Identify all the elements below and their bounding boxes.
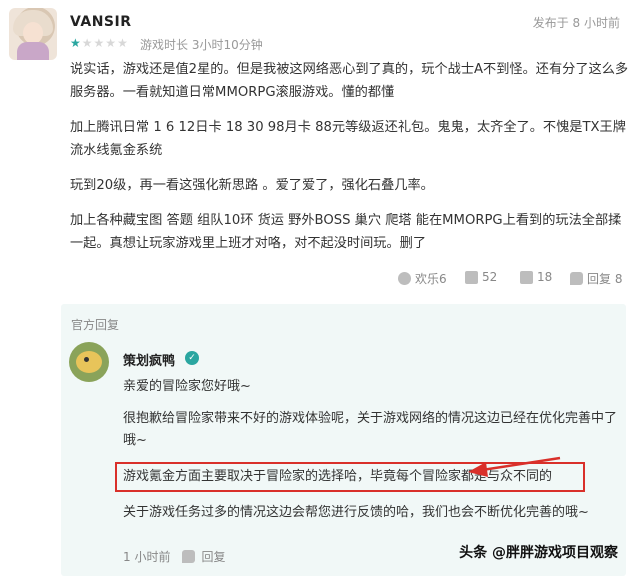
review-paragraph: 玩到20级，再一看这强化新思路 。爱了爱了，强化石叠几率。 xyxy=(70,178,434,193)
review-paragraph: 加上各种藏宝图 答题 组队10环 货运 野外BOSS 巢穴 爬塔 能在MMORP… xyxy=(70,213,622,251)
star-icon: ★ xyxy=(105,36,118,50)
official-reply-body: 亲爱的冒险家您好哦~ 很抱歉给冒险家带来不好的游戏体验呢，关于游戏网络的情况这边… xyxy=(115,376,623,534)
reviewer-avatar[interactable] xyxy=(9,8,57,60)
reply-paragraph: 很抱歉给冒险家带来不好的游戏体验呢，关于游戏网络的情况这边已经在优化完善中了哦~ xyxy=(123,411,618,448)
reply-paragraph: 关于游戏任务过多的情况这边会帮您进行反馈的哈，我们也会不断优化完善的哦~ xyxy=(123,505,589,520)
review-paragraph: 加上腾讯日常 1 6 12日卡 18 30 98月卡 88元等级返还礼包。鬼鬼，… xyxy=(70,120,626,158)
publish-time: 发布于 8 小时前 xyxy=(532,16,620,30)
official-reply-label: 官方回复 xyxy=(71,318,120,332)
reply-meta: 1 小时前 回复 xyxy=(123,548,225,565)
reply-count: 回复 8 xyxy=(587,272,623,286)
review-paragraph: 说实话，游戏还是值2星的。但是我被这网络恶心到了真的，玩个战士A不到怪。还有分了… xyxy=(70,62,629,100)
dislike-button[interactable]: 18 xyxy=(520,270,552,284)
like-count: 52 xyxy=(482,270,498,284)
dislike-count: 18 xyxy=(537,270,553,284)
star-icon: ★ xyxy=(117,36,129,50)
verified-icon: ✓ xyxy=(185,351,199,365)
reply-button[interactable]: 回复 8 xyxy=(570,270,622,287)
official-reply-panel: 官方回复 策划疯鸭 ✓ 亲爱的冒险家您好哦~ 很抱歉给冒险家带来不好的游戏体验呢… xyxy=(61,304,626,576)
comment-icon xyxy=(570,272,583,285)
fun-count: 欢乐6 xyxy=(415,272,447,286)
reply-link[interactable]: 回复 xyxy=(201,548,225,565)
thumb-down-icon xyxy=(520,270,533,284)
developer-avatar[interactable] xyxy=(69,342,109,382)
thumb-up-icon xyxy=(465,270,478,284)
star-icon: ★ xyxy=(93,36,106,50)
star-icon: ★ xyxy=(70,36,82,50)
reply-time: 1 小时前 xyxy=(123,550,171,564)
developer-name[interactable]: 策划疯鸭 xyxy=(123,350,175,369)
playtime: 游戏时长 3小时10分钟 xyxy=(140,38,263,52)
rating-stars: ★★★★★ xyxy=(70,36,129,50)
reviewer-username[interactable]: VANSIR xyxy=(70,14,132,30)
like-button[interactable]: 52 xyxy=(465,270,497,284)
comment-icon xyxy=(182,550,196,563)
review-body: 说实话，游戏还是值2星的。但是我被这网络恶心到了真的，玩个战士A不到怪。还有分了… xyxy=(70,58,630,267)
highlighted-reply-paragraph: 游戏氪金方面主要取决于冒险家的选择哈，毕竟每个冒险家都是与众不同的 xyxy=(115,462,585,492)
smile-icon xyxy=(398,272,411,285)
watermark: 头条 @胖胖游戏项目观察 xyxy=(459,545,618,561)
star-icon: ★ xyxy=(81,36,94,50)
reply-paragraph: 亲爱的冒险家您好哦~ xyxy=(123,379,251,394)
fun-button[interactable]: 欢乐6 xyxy=(398,270,447,287)
